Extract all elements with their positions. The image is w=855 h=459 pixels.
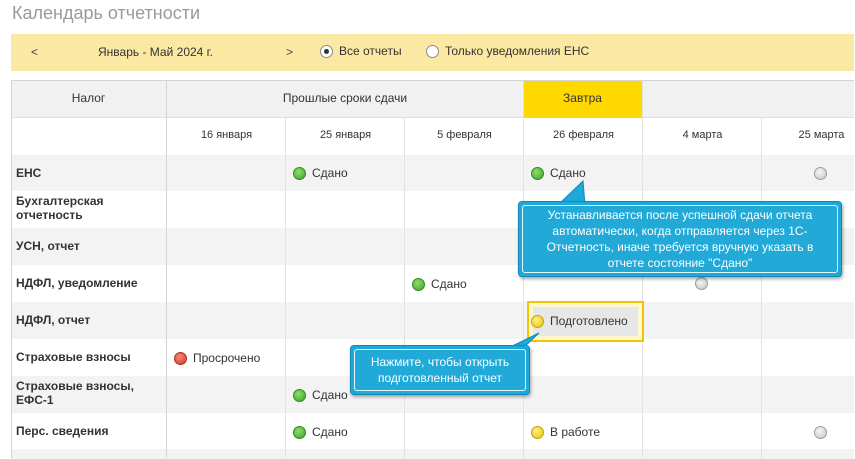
tax-row-label[interactable]: Перс. сведения bbox=[16, 424, 108, 438]
status-submitted[interactable]: Сдано bbox=[531, 166, 586, 180]
column-divider bbox=[285, 118, 286, 458]
status-not-set[interactable] bbox=[814, 167, 833, 180]
status-submitted[interactable]: Сдано bbox=[293, 425, 348, 439]
radio-checked-icon[interactable] bbox=[320, 44, 333, 58]
status-submitted[interactable]: Сдано bbox=[293, 166, 348, 180]
tax-row-label[interactable]: Страховые взносы bbox=[16, 350, 131, 364]
date-header: 4 марта bbox=[682, 129, 723, 141]
gray-status-icon bbox=[695, 277, 708, 290]
gray-status-icon bbox=[814, 167, 827, 180]
gray-status-icon bbox=[814, 426, 827, 439]
status-in-progress[interactable]: В работе bbox=[531, 425, 600, 439]
yellow-status-icon bbox=[531, 425, 544, 439]
status-submitted[interactable]: Сдано bbox=[412, 277, 467, 291]
callout-body: Нажмите, чтобы открыть подготовленный от… bbox=[354, 349, 526, 391]
filter-ens-radio[interactable]: Только уведомления ЕНС bbox=[426, 44, 589, 58]
status-text: Сдано bbox=[431, 277, 467, 291]
tax-row-label[interactable]: НДФЛ, отчет bbox=[16, 313, 90, 327]
submitted-status-callout: Устанавливается после успешной сдачи отч… bbox=[518, 201, 842, 277]
status-not-set[interactable] bbox=[695, 277, 714, 290]
tax-row-label[interactable]: УСН, отчет bbox=[16, 239, 80, 253]
status-text: Сдано bbox=[312, 388, 348, 402]
green-status-icon bbox=[412, 277, 425, 291]
status-submitted[interactable]: Сдано bbox=[293, 388, 348, 402]
column-header-past-deadlines: Прошлые сроки сдачи bbox=[282, 91, 408, 105]
column-divider bbox=[404, 118, 405, 458]
column-header-tomorrow: Завтра bbox=[563, 91, 602, 105]
date-header: 25 января bbox=[319, 129, 372, 141]
green-status-icon bbox=[293, 388, 306, 402]
page-title: Календарь отчетности bbox=[12, 3, 200, 23]
period-label[interactable]: Январь - Май 2024 г. bbox=[98, 45, 213, 59]
green-status-icon bbox=[293, 166, 306, 180]
date-header: 26 февраля bbox=[553, 129, 614, 141]
tax-row-label[interactable]: НДФЛ, уведомление bbox=[16, 276, 138, 290]
tax-row-label[interactable]: Бухгалтерская отчетность bbox=[16, 194, 146, 222]
tax-row-label[interactable]: ЕНС bbox=[16, 166, 41, 180]
column-divider bbox=[761, 118, 762, 458]
status-text: Сдано bbox=[312, 166, 348, 180]
date-header: 16 января bbox=[200, 129, 253, 141]
status-text: Сдано bbox=[312, 425, 348, 439]
tax-row-label[interactable]: Страховые взносы, ЕФС-1 bbox=[16, 379, 156, 407]
previous-period-button[interactable]: < bbox=[31, 45, 43, 59]
period-bar: < Январь - Май 2024 г. > Все отчеты Толь… bbox=[11, 34, 854, 71]
filter-ens-label: Только уведомления ЕНС bbox=[445, 44, 590, 58]
filter-all-label: Все отчеты bbox=[339, 44, 402, 58]
status-text: Сдано bbox=[550, 166, 586, 180]
status-text: Подготовлено bbox=[550, 314, 628, 328]
date-header: 25 марта bbox=[798, 129, 845, 141]
status-not-set[interactable] bbox=[814, 426, 833, 439]
green-status-icon bbox=[531, 166, 544, 180]
next-period-button[interactable]: > bbox=[286, 45, 298, 59]
column-header-tax: Налог bbox=[71, 91, 106, 105]
radio-unchecked-icon[interactable] bbox=[426, 44, 439, 58]
status-prepared[interactable]: Подготовлено bbox=[531, 314, 628, 328]
status-text: Просрочено bbox=[193, 351, 261, 365]
yellow-status-icon bbox=[531, 314, 544, 328]
date-header: 5 февраля bbox=[437, 129, 492, 141]
status-overdue[interactable]: Просрочено bbox=[174, 351, 260, 365]
callout-body: Устанавливается после успешной сдачи отч… bbox=[522, 205, 838, 273]
status-text: В работе bbox=[550, 425, 601, 439]
prepared-report-callout: Нажмите, чтобы открыть подготовленный от… bbox=[350, 345, 530, 395]
green-status-icon bbox=[293, 425, 306, 439]
red-status-icon bbox=[174, 351, 187, 365]
filter-all-radio[interactable]: Все отчеты bbox=[320, 44, 402, 58]
